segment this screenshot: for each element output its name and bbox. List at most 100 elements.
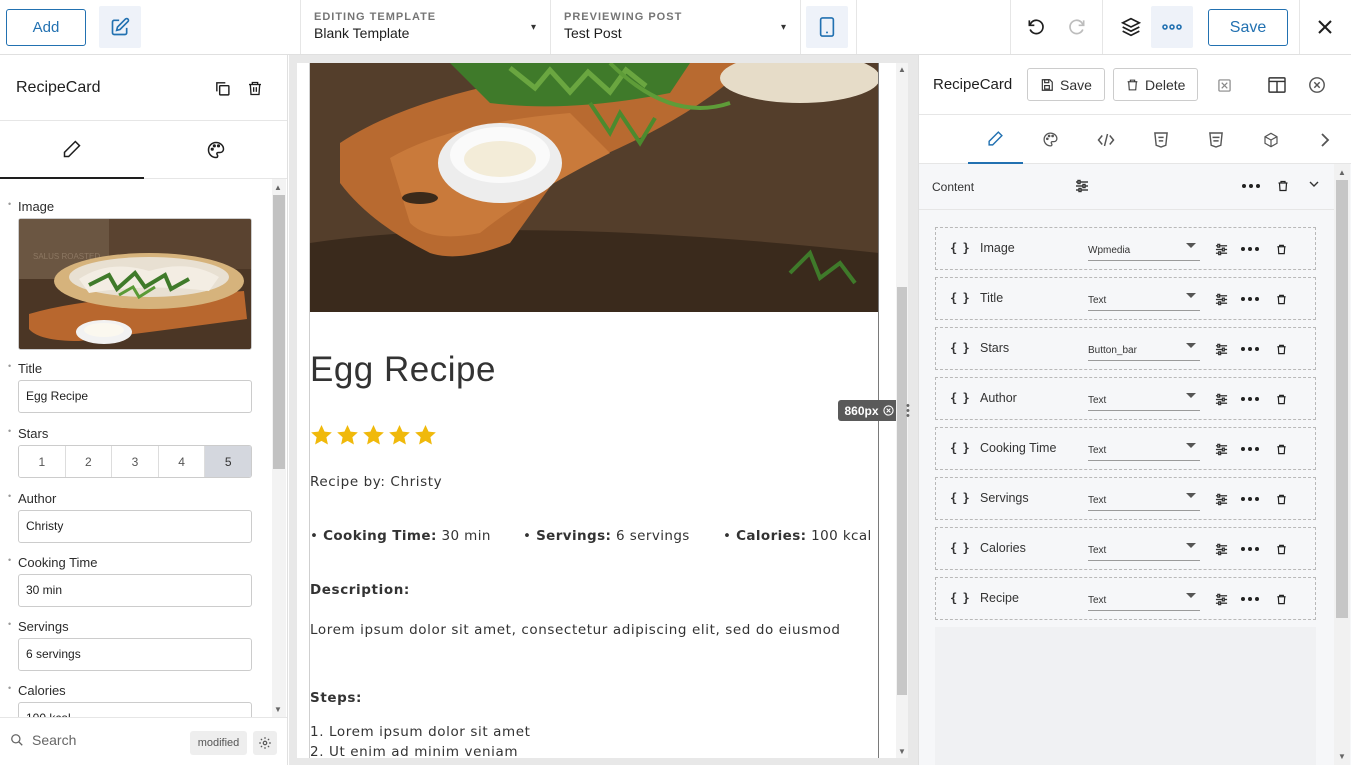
trash-icon[interactable] xyxy=(1276,393,1287,406)
block-delete-button[interactable]: Delete xyxy=(1113,68,1199,101)
sliders-icon[interactable] xyxy=(1215,493,1228,506)
field-row-servings[interactable]: { } Servings Text xyxy=(935,477,1316,520)
split-view-button[interactable] xyxy=(1260,68,1294,102)
close-circle-icon[interactable] xyxy=(882,405,894,416)
recipe-author[interactable]: Recipe by: Christy xyxy=(310,474,442,490)
scrollbar-thumb[interactable] xyxy=(1336,180,1348,618)
sliders-icon[interactable] xyxy=(1215,443,1228,456)
tab-fields[interactable] xyxy=(968,115,1023,164)
step-item[interactable]: 2. Ut enim ad minim veniam xyxy=(310,744,518,758)
ellipsis-icon[interactable] xyxy=(1241,247,1259,251)
field-type-select[interactable]: Text xyxy=(1088,488,1200,511)
ellipsis-icon[interactable] xyxy=(1241,347,1259,351)
stars-option-1[interactable]: 1 xyxy=(19,446,66,477)
redo-button[interactable] xyxy=(1060,10,1094,44)
trash-icon[interactable] xyxy=(1276,293,1287,306)
chevron-down-icon[interactable] xyxy=(1309,180,1319,188)
sliders-icon[interactable] xyxy=(1215,593,1228,606)
field-row-cooking-time[interactable]: { } Cooking Time Text xyxy=(935,427,1316,470)
field-type-select[interactable]: Text xyxy=(1088,388,1200,411)
scroll-down-icon[interactable]: ▼ xyxy=(274,705,282,714)
description-heading[interactable]: Description: xyxy=(310,582,410,598)
scrollbar-thumb[interactable] xyxy=(897,287,907,695)
field-row-title[interactable]: { } Title Text xyxy=(935,277,1316,320)
width-badge[interactable]: 860px xyxy=(838,400,900,421)
tab-code[interactable] xyxy=(1078,115,1133,164)
stars-option-3[interactable]: 3 xyxy=(112,446,159,477)
ellipsis-icon[interactable] xyxy=(1241,397,1259,401)
layers-button[interactable] xyxy=(1114,10,1148,44)
field-row-author[interactable]: { } Author Text xyxy=(935,377,1316,420)
close-panel-button[interactable] xyxy=(1300,68,1334,102)
scroll-down-icon[interactable]: ▼ xyxy=(1338,752,1346,761)
delete-block-button[interactable] xyxy=(238,71,272,105)
search-box[interactable]: Search xyxy=(10,732,76,748)
step-item[interactable]: 1. Lorem ipsum dolor sit amet xyxy=(310,724,531,740)
scroll-down-icon[interactable]: ▼ xyxy=(898,747,906,756)
meta-cooking-time[interactable]: • Cooking Time: 30 min xyxy=(310,528,491,544)
scroll-up-icon[interactable]: ▲ xyxy=(274,183,282,192)
trash-icon[interactable] xyxy=(1276,243,1287,256)
recipe-stars[interactable] xyxy=(310,424,437,446)
tab-style[interactable] xyxy=(1023,115,1078,164)
scrollbar[interactable]: ▲ ▼ xyxy=(1334,164,1350,765)
calories-input[interactable]: 100 kcal xyxy=(18,702,252,717)
trash-icon[interactable] xyxy=(1276,493,1287,506)
steps-heading[interactable]: Steps: xyxy=(310,690,362,706)
save-button[interactable]: Save xyxy=(1208,9,1288,46)
image-thumbnail[interactable]: SALUS ROASTED xyxy=(18,218,252,350)
resize-handle[interactable]: • • • xyxy=(906,401,910,422)
tabs-next-button[interactable] xyxy=(1298,115,1351,164)
field-row-image[interactable]: { } Image Wpmedia xyxy=(935,227,1316,270)
ellipsis-icon[interactable] xyxy=(1241,547,1259,551)
tab-blocks[interactable] xyxy=(1243,115,1298,164)
scroll-up-icon[interactable]: ▲ xyxy=(1338,168,1346,177)
tab-css[interactable] xyxy=(1188,115,1243,164)
tab-content[interactable] xyxy=(0,121,144,179)
sliders-icon[interactable] xyxy=(1215,543,1228,556)
field-type-select[interactable]: Text xyxy=(1088,588,1200,611)
field-type-select[interactable]: Text xyxy=(1088,288,1200,311)
trash-icon[interactable] xyxy=(1276,593,1287,606)
field-type-select[interactable]: Text xyxy=(1088,538,1200,561)
author-input[interactable]: Christy xyxy=(18,510,252,543)
trash-icon[interactable] xyxy=(1276,443,1287,456)
content-section-header[interactable]: Content xyxy=(919,164,1334,210)
sliders-icon[interactable] xyxy=(1215,343,1228,356)
modified-badge[interactable]: modified xyxy=(190,731,247,755)
field-type-select[interactable]: Button_bar xyxy=(1088,338,1200,361)
trash-icon[interactable] xyxy=(1277,179,1289,193)
ellipsis-icon[interactable] xyxy=(1241,447,1259,451)
more-options-button[interactable] xyxy=(1151,6,1193,48)
cooking-time-input[interactable]: 30 min xyxy=(18,574,252,607)
scrollbar[interactable]: ▲ ▼ xyxy=(272,179,286,717)
sliders-icon[interactable] xyxy=(1075,179,1089,193)
close-square-button[interactable] xyxy=(1207,68,1241,102)
add-button[interactable]: Add xyxy=(6,9,86,46)
ellipsis-icon[interactable] xyxy=(1242,184,1260,188)
stars-option-4[interactable]: 4 xyxy=(158,446,206,477)
stars-option-5[interactable]: 5 xyxy=(205,446,251,477)
undo-button[interactable] xyxy=(1019,10,1053,44)
field-row-recipe[interactable]: { } Recipe Text xyxy=(935,577,1316,620)
tab-style[interactable] xyxy=(144,121,288,179)
recipe-title[interactable]: Egg Recipe xyxy=(310,350,496,390)
tablet-view-button[interactable] xyxy=(806,6,848,48)
field-type-select[interactable]: Text xyxy=(1088,438,1200,461)
ellipsis-icon[interactable] xyxy=(1241,597,1259,601)
meta-servings[interactable]: • Servings: 6 servings xyxy=(523,528,690,544)
editing-template-select[interactable]: EDITING TEMPLATE Blank Template ▾ xyxy=(300,0,550,54)
scrollbar-thumb[interactable] xyxy=(273,195,285,469)
ellipsis-icon[interactable] xyxy=(1241,497,1259,501)
settings-button[interactable] xyxy=(253,731,277,755)
tab-html[interactable] xyxy=(1133,115,1188,164)
field-row-calories[interactable]: { } Calories Text xyxy=(935,527,1316,570)
description-text[interactable]: Lorem ipsum dolor sit amet, consectetur … xyxy=(310,622,841,638)
duplicate-button[interactable] xyxy=(205,71,239,105)
edit-mode-button[interactable] xyxy=(99,6,141,48)
scroll-up-icon[interactable]: ▲ xyxy=(898,65,906,74)
field-row-stars[interactable]: { } Stars Button_bar xyxy=(935,327,1316,370)
trash-icon[interactable] xyxy=(1276,543,1287,556)
stars-option-2[interactable]: 2 xyxy=(65,446,113,477)
servings-input[interactable]: 6 servings xyxy=(18,638,252,671)
